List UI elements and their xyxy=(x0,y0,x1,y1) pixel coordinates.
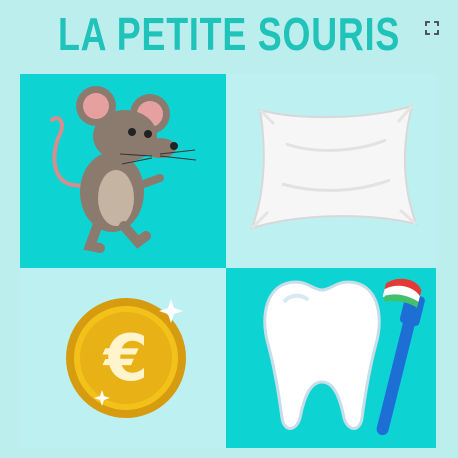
mouse-icon xyxy=(50,86,197,253)
euro-coin-card[interactable]: € xyxy=(20,268,226,448)
page-title: LA PETITE SOURIS xyxy=(57,8,401,60)
fullscreen-expand-icon[interactable] xyxy=(424,20,440,36)
svg-text:€: € xyxy=(102,322,149,396)
mouse-card[interactable] xyxy=(20,74,226,268)
pillow-card[interactable] xyxy=(226,74,436,268)
pillow-icon xyxy=(250,104,418,230)
bottom-strip xyxy=(0,448,458,458)
euro-coin-icon: € xyxy=(66,298,186,418)
tooth-toothbrush-icon xyxy=(263,278,425,436)
image-grid: € xyxy=(20,74,436,448)
page: { "header": { "title": "LA PETITE SOURIS… xyxy=(0,0,458,458)
tooth-card[interactable] xyxy=(226,268,436,448)
